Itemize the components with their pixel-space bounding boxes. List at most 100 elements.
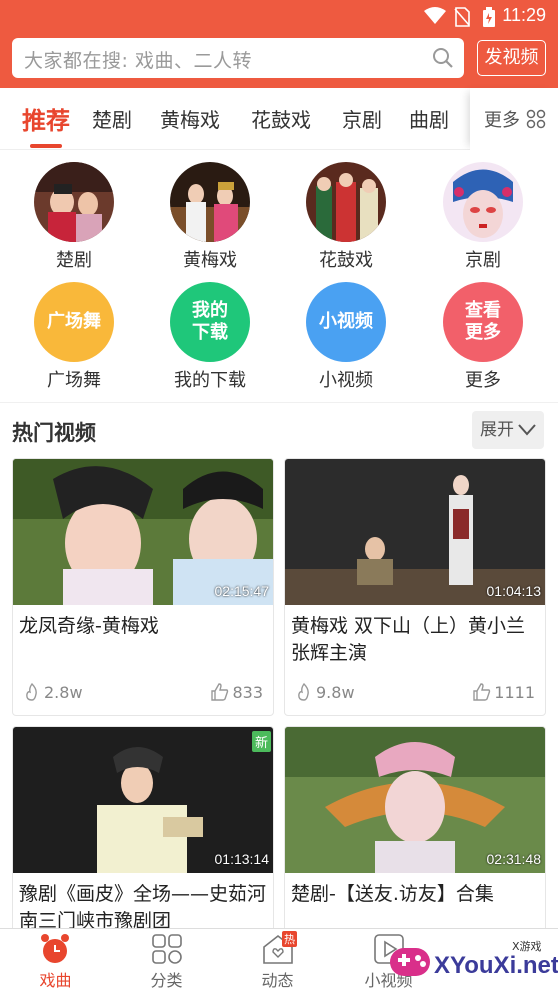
app-screen: 11:29 大家都在搜: 戏曲、二人转 发视频 推荐 楚剧 黄梅戏 花鼓戏 京剧… — [0, 0, 558, 992]
square-dance-circle-text: 广场舞 — [47, 311, 101, 332]
short-video-circle: 小视频 — [306, 282, 386, 362]
like-count[interactable]: 833 — [211, 683, 263, 702]
video-card[interactable]: 02:15:47 龙凤奇缘-黄梅戏 2.8w 833 — [12, 458, 274, 716]
category-huangmei-opera[interactable]: 黄梅戏 — [155, 162, 265, 272]
video-thumbnail: 新 01:13:14 — [13, 727, 273, 873]
category-grid: 楚剧 黄梅戏 花鼓戏 京剧 广场舞 广场舞 我的 下载 我的下载 小视频 小视频… — [0, 150, 558, 402]
search-input[interactable]: 大家都在搜: 戏曲、二人转 — [12, 38, 464, 78]
category-label: 楚剧 — [56, 250, 92, 271]
tab-active-indicator — [30, 144, 62, 148]
category-label: 黄梅戏 — [183, 250, 237, 271]
tab-qu-opera[interactable]: 曲剧 — [409, 104, 449, 133]
more-circle-text-1: 查看 — [465, 300, 501, 321]
watermark-text: XYouXi.net — [434, 952, 558, 979]
alarm-clock-icon — [41, 934, 69, 963]
video-stats: 9.8w 1111 — [285, 675, 545, 715]
video-thumbnail: 02:31:48 — [285, 727, 545, 873]
category-tabs: 推荐 楚剧 黄梅戏 花鼓戏 京剧 曲剧 更多 — [0, 88, 558, 150]
video-title: 黄梅戏 双下山（上）黄小兰 张辉主演 — [291, 615, 526, 664]
nav-label: 戏曲 — [39, 971, 72, 990]
shortcut-label: 更多 — [465, 370, 501, 391]
video-card[interactable]: 02:31:48 楚剧-【送友.访友】合集 — [284, 726, 546, 944]
my-downloads-circle-text-1: 我的 — [192, 300, 228, 321]
huagu-opera-thumbnail — [306, 162, 386, 242]
gamepad-logo-icon — [390, 948, 430, 976]
tab-chu-opera[interactable]: 楚剧 — [92, 104, 132, 133]
top-header: 11:29 大家都在搜: 戏曲、二人转 发视频 — [0, 0, 558, 88]
category-label: 京剧 — [465, 250, 501, 271]
expand-button[interactable]: 展开 — [472, 411, 544, 449]
video-duration: 02:15:47 — [214, 583, 270, 599]
square-dance-circle: 广场舞 — [34, 282, 114, 362]
nav-label: 分类 — [150, 971, 183, 990]
new-badge: 新 — [251, 731, 271, 752]
like-count-value: 833 — [232, 683, 263, 702]
battery-icon — [483, 7, 495, 27]
video-card[interactable]: 新 01:13:14 豫剧《画皮》全场——史茹河南三门峡市豫剧团 — [12, 726, 274, 944]
no-sim-icon — [454, 7, 470, 27]
nav-label: 动态 — [261, 971, 294, 990]
video-card[interactable]: 01:04:13 黄梅戏 双下山（上）黄小兰 张辉主演 9.8w 1111 — [284, 458, 546, 716]
shortcut-label: 广场舞 — [47, 370, 101, 391]
like-count[interactable]: 1111 — [473, 683, 535, 702]
video-thumbnail: 01:04:13 — [285, 459, 545, 605]
category-peking-opera[interactable]: 京剧 — [428, 162, 538, 272]
category-huagu-opera[interactable]: 花鼓戏 — [291, 162, 401, 272]
wifi-icon — [424, 7, 446, 24]
category-chu-opera[interactable]: 楚剧 — [19, 162, 129, 272]
my-downloads-circle-text-2: 下载 — [192, 322, 228, 343]
flame-icon — [26, 682, 37, 701]
category-label: 花鼓戏 — [319, 250, 373, 271]
chu-opera-thumbnail — [34, 162, 114, 242]
nav-categories[interactable]: 分类 — [111, 929, 222, 992]
short-video-circle-text: 小视频 — [319, 311, 373, 332]
more-circle-text-2: 更多 — [465, 322, 501, 343]
thumbs-up-icon — [473, 683, 491, 701]
tab-peking-opera[interactable]: 京剧 — [342, 104, 382, 133]
view-count-value: 9.8w — [316, 683, 355, 702]
my-downloads-circle: 我的 下载 — [170, 282, 250, 362]
video-duration: 01:13:14 — [214, 851, 270, 867]
search-placeholder: 大家都在搜: 戏曲、二人转 — [24, 50, 252, 72]
tab-recommend[interactable]: 推荐 — [22, 101, 70, 136]
tab-huangmei-opera[interactable]: 黄梅戏 — [160, 104, 220, 133]
flame-icon — [298, 682, 309, 701]
tab-more-label: 更多 — [484, 110, 520, 131]
shortcut-square-dance[interactable]: 广场舞 广场舞 — [19, 282, 129, 392]
search-icon[interactable] — [432, 47, 454, 69]
thumbs-up-icon — [211, 683, 229, 701]
chevron-down-icon — [518, 424, 536, 436]
expand-label: 展开 — [480, 420, 514, 440]
tab-more-button[interactable]: 更多 — [470, 88, 558, 150]
video-stats: 2.8w 833 — [13, 675, 273, 715]
shortcut-more[interactable]: 查看 更多 更多 — [428, 282, 538, 392]
section-title: 热门视频 — [12, 421, 96, 445]
shortcut-label: 小视频 — [319, 370, 373, 391]
tab-huagu-opera[interactable]: 花鼓戏 — [251, 104, 311, 133]
huangmei-opera-thumbnail — [170, 162, 250, 242]
video-duration: 02:31:48 — [486, 851, 542, 867]
video-duration: 01:04:13 — [486, 583, 542, 599]
nav-feed[interactable]: 热 动态 — [222, 929, 333, 992]
publish-video-button[interactable]: 发视频 — [477, 40, 546, 76]
video-thumbnail: 02:15:47 — [13, 459, 273, 605]
video-feed: 02:15:47 龙凤奇缘-黄梅戏 2.8w 833 01:04:13 黄梅戏 … — [0, 458, 558, 944]
peking-opera-thumbnail — [443, 162, 523, 242]
site-watermark: X游戏 XYouXi.net — [380, 930, 558, 992]
hot-badge: 热 — [282, 931, 297, 947]
nav-opera[interactable]: 戏曲 — [0, 929, 111, 992]
hot-videos-header: 热门视频 展开 — [0, 402, 558, 458]
shortcut-label: 我的下载 — [174, 370, 246, 391]
view-count: 9.8w — [295, 682, 355, 702]
shortcut-my-downloads[interactable]: 我的 下载 我的下载 — [155, 282, 265, 392]
grid-icon — [526, 109, 546, 129]
status-bar: 11:29 — [0, 0, 558, 32]
video-title: 龙凤奇缘-黄梅戏 — [19, 615, 159, 637]
status-time: 11:29 — [502, 5, 546, 25]
like-count-value: 1111 — [494, 683, 535, 702]
shortcut-short-video[interactable]: 小视频 小视频 — [291, 282, 401, 392]
more-circle: 查看 更多 — [443, 282, 523, 362]
view-count: 2.8w — [23, 682, 83, 702]
categories-grid-icon — [152, 934, 182, 964]
view-count-value: 2.8w — [44, 683, 83, 702]
